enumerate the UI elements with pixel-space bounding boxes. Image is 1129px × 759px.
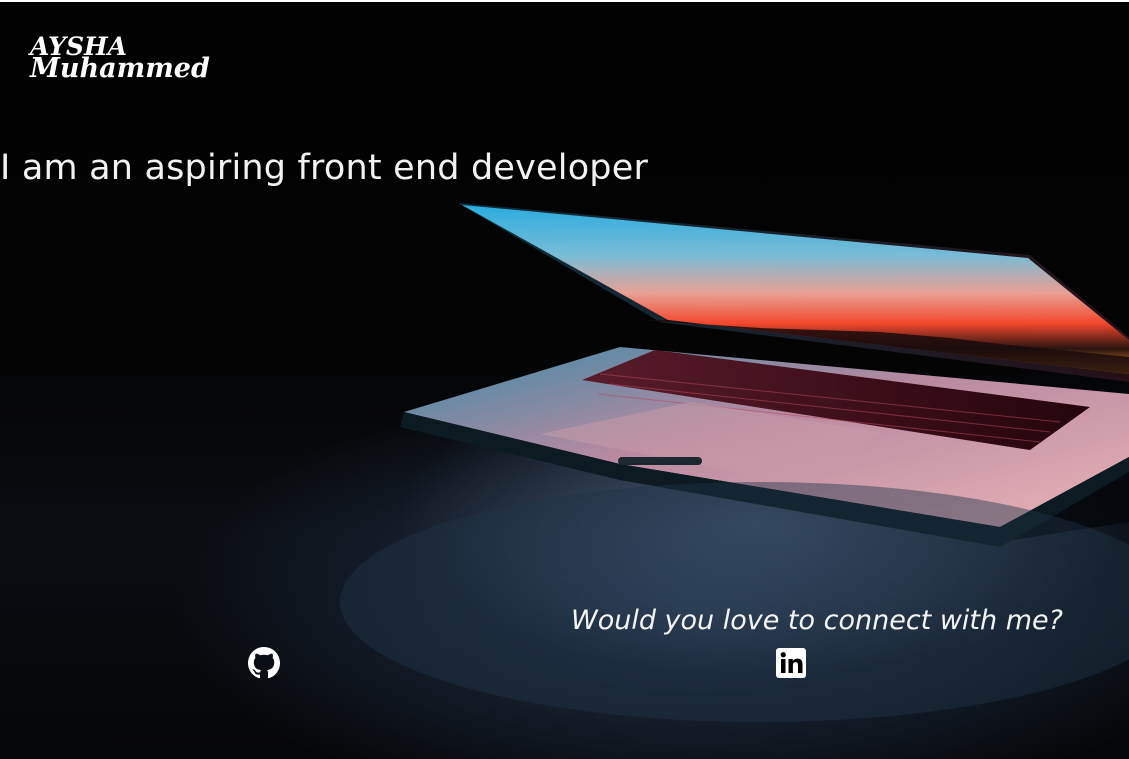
site-logo[interactable]: AYSHA Muhammed	[30, 34, 210, 84]
github-icon	[248, 647, 280, 679]
hero-section: AYSHA Muhammed I am an aspiring front en…	[0, 2, 1129, 759]
connect-prompt: Would you love to connect with me?	[571, 605, 1063, 636]
github-link[interactable]	[248, 647, 280, 679]
linkedin-icon	[776, 648, 806, 678]
laptop-image	[340, 203, 1129, 722]
hero-headline: I am an aspiring front end developer	[0, 148, 649, 188]
logo-last-name: Muhammed	[30, 53, 210, 84]
linkedin-link[interactable]	[775, 647, 807, 679]
